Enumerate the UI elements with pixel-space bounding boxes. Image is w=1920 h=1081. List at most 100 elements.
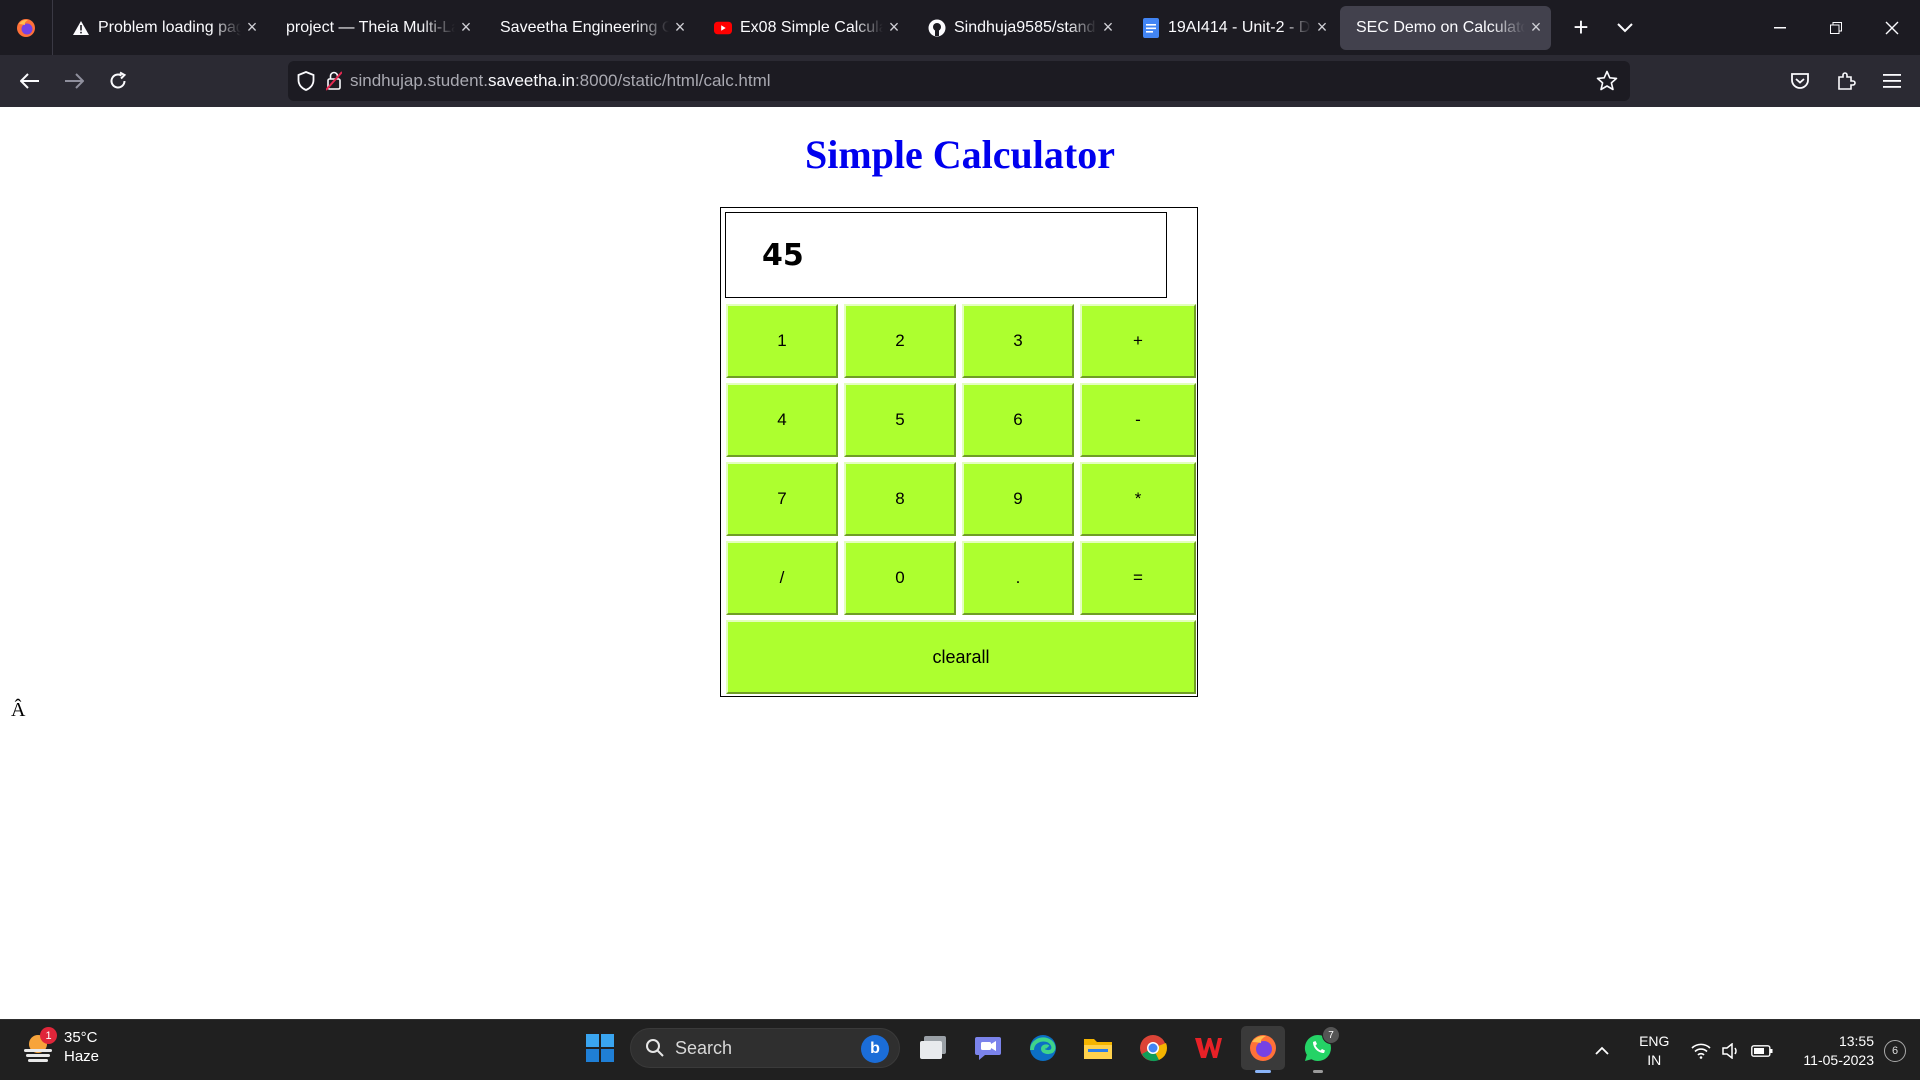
input-language-indicator[interactable]: ENG IN [1639,1032,1669,1070]
tab-title: Ex08 Simple Calculator [740,18,883,36]
insecure-lock-icon[interactable] [324,71,344,91]
key-9[interactable]: 9 [962,462,1074,536]
wifi-icon[interactable] [1691,1043,1711,1059]
tab-youtube-ex08[interactable]: Ex08 Simple Calculator × [698,6,909,50]
key-divide[interactable]: / [726,541,838,615]
start-button[interactable] [580,1028,620,1068]
calculator: 45 1 2 3 + 4 5 6 - 7 8 9 * / 0 . = clear… [720,207,1198,697]
key-4[interactable]: 4 [726,383,838,457]
app-menu-button[interactable] [1870,59,1914,103]
close-icon [1885,21,1899,34]
warning-icon [72,19,90,37]
new-tab-button[interactable]: + [1559,6,1603,50]
key-plus[interactable]: + [1080,304,1196,378]
clear-all-button[interactable]: clearall [726,620,1196,694]
page-title: Simple Calculator [805,132,1115,177]
list-all-tabs-button[interactable] [1603,6,1647,50]
minimize-button[interactable] [1752,0,1808,55]
key-minus[interactable]: - [1080,383,1196,457]
volume-icon[interactable] [1721,1042,1741,1059]
close-icon[interactable]: × [1311,17,1333,38]
teams-chat-button[interactable] [966,1026,1010,1070]
edge-button[interactable] [1021,1026,1065,1070]
key-2[interactable]: 2 [844,304,956,378]
weather-temperature: 35°C [64,1029,98,1046]
close-icon[interactable]: × [455,17,477,38]
show-hidden-icons-button[interactable] [1595,1042,1609,1060]
bookmark-star-icon[interactable] [1596,70,1618,97]
chrome-button[interactable] [1131,1026,1175,1070]
tab-google-docs[interactable]: 19AI414 - Unit-2 - Django × [1126,6,1337,50]
key-3[interactable]: 3 [962,304,1074,378]
calculator-display[interactable]: 45 [725,212,1167,298]
tracking-protection-shield-icon[interactable] [288,71,324,91]
weather-widget[interactable]: 1 35°C Haze [20,1027,100,1066]
key-6[interactable]: 6 [962,383,1074,457]
file-explorer-icon [1084,1039,1112,1059]
weather-condition: Haze [64,1048,100,1065]
url-suffix: :8000/static/html/calc.html [574,71,771,90]
running-indicator [1255,1070,1271,1073]
tab-title: project — Theia Multi-Language [286,18,455,36]
key-8[interactable]: 8 [844,462,956,536]
tab-sec-demo-calculator[interactable]: SEC Demo on Calculator × [1340,5,1551,50]
url-prefix: sindhujap.student. [350,71,488,90]
restore-icon [1830,21,1842,34]
reload-icon [110,71,127,89]
close-icon[interactable]: × [1097,17,1119,38]
teams-chat-icon [975,1037,1001,1060]
close-window-button[interactable] [1864,0,1920,55]
close-icon[interactable]: × [669,17,691,38]
firefox-button[interactable] [1241,1026,1285,1073]
task-view-button[interactable] [911,1026,955,1070]
clock[interactable]: 13:55 11-05-2023 [1803,1032,1874,1070]
youtube-icon [714,19,732,37]
puzzle-icon [1838,72,1856,90]
reload-button[interactable] [96,59,140,103]
tab-problem-loading[interactable]: Problem loading page × [56,6,267,50]
close-icon[interactable]: × [241,17,263,38]
chevron-down-icon [1617,22,1633,32]
tab-title: Problem loading page [98,18,241,36]
tab-title: SEC Demo on Calculator [1356,18,1525,36]
whatsapp-button[interactable]: 7 [1296,1026,1340,1073]
stray-text: Â [11,699,26,721]
taskbar-search[interactable]: Search b [630,1028,900,1068]
pocket-icon [1791,73,1809,89]
tab-title: Saveetha Engineering College [500,18,669,36]
key-7[interactable]: 7 [726,462,838,536]
battery-icon[interactable] [1751,1044,1773,1057]
key-decimal[interactable]: . [962,541,1074,615]
forward-button[interactable] [52,59,96,103]
weather-alert-badge: 1 [40,1027,57,1044]
extensions-button[interactable] [1824,59,1868,103]
key-equals[interactable]: = [1080,541,1196,615]
notification-center-badge[interactable]: 6 [1884,1039,1906,1062]
close-icon[interactable]: × [1525,17,1547,38]
tab-saveetha[interactable]: Saveetha Engineering College × [484,6,695,50]
whatsapp-unread-badge: 7 [1322,1026,1340,1044]
hamburger-menu-icon [1883,74,1901,88]
system-tray: ENG IN 13:55 11-05-2023 6 [1595,1020,1920,1081]
docs-icon [1142,17,1160,38]
restore-button[interactable] [1808,0,1864,55]
key-0[interactable]: 0 [844,541,956,615]
firefox-menu-icon[interactable] [0,0,53,55]
language-code: ENG [1639,1032,1670,1049]
key-5[interactable]: 5 [844,383,956,457]
address-bar[interactable]: sindhujap.student.saveetha.in:8000/stati… [288,61,1630,101]
back-button[interactable] [8,59,52,103]
tab-github[interactable]: Sindhuja9585/standard × [912,6,1123,50]
key-1[interactable]: 1 [726,304,838,378]
close-icon[interactable]: × [883,17,905,38]
pocket-button[interactable] [1778,59,1822,103]
clock-date: 11-05-2023 [1803,1051,1874,1068]
key-multiply[interactable]: * [1080,462,1196,536]
url-text[interactable]: sindhujap.student.saveetha.in:8000/stati… [350,71,771,91]
task-view-icon [920,1036,946,1059]
bing-icon[interactable]: b [861,1035,889,1063]
windows-logo-icon [586,1034,614,1062]
tab-theia-project[interactable]: project — Theia Multi-Language × [270,6,481,50]
wps-office-button[interactable] [1186,1026,1230,1070]
file-explorer-button[interactable] [1076,1026,1120,1070]
